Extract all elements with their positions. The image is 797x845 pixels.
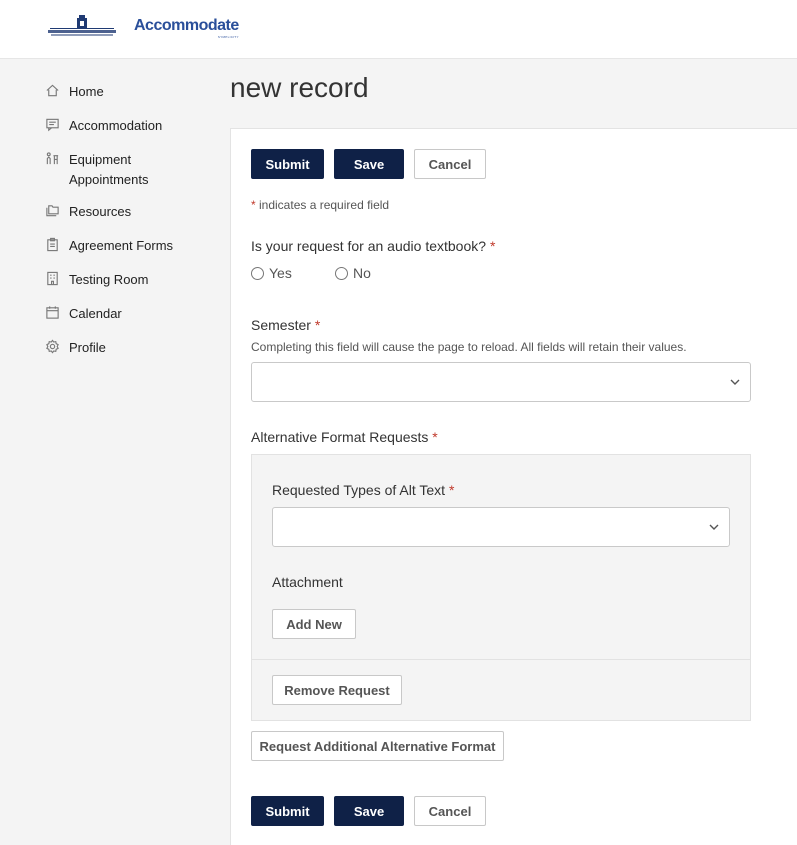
attachment-label: Attachment xyxy=(272,574,343,590)
radio-label-no: No xyxy=(353,265,371,281)
sidebar-item-profile[interactable]: Profile xyxy=(44,338,106,358)
add-new-attachment-button[interactable]: Add New xyxy=(272,609,356,639)
sidebar-item-accommodation[interactable]: Accommodation xyxy=(44,116,162,136)
accommodate-logo-subtext: SYMPLICITY xyxy=(217,35,239,39)
sidebar: Home Accommodation Equipment Appointment… xyxy=(0,60,230,845)
sidebar-item-label: Home xyxy=(69,84,104,99)
sidebar-item-label-line1: Equipment xyxy=(69,152,132,167)
alt-types-label-text: Requested Types of Alt Text xyxy=(272,482,446,498)
cancel-button-bottom[interactable]: Cancel xyxy=(414,796,486,826)
sidebar-item-calendar[interactable]: Calendar xyxy=(44,304,122,324)
semester-label: Semester * xyxy=(251,317,320,333)
sidebar-item-label-line2: Appointments xyxy=(69,172,149,187)
folders-icon xyxy=(44,202,60,218)
audio-textbook-question: Is your request for an audio textbook? * xyxy=(251,238,495,254)
submit-button[interactable]: Submit xyxy=(251,149,324,179)
required-star: * xyxy=(448,482,455,498)
home-icon xyxy=(44,82,60,98)
cancel-button[interactable]: Cancel xyxy=(414,149,486,179)
calendar-icon xyxy=(44,304,60,320)
accommodate-logo[interactable]: Accommodate SYMPLICITY xyxy=(134,17,239,39)
radio-circle[interactable] xyxy=(251,266,264,280)
request-additional-format-button[interactable]: Request Additional Alternative Format xyxy=(251,731,504,761)
semester-help-text: Completing this field will cause the pag… xyxy=(251,340,687,354)
building-icon xyxy=(44,270,60,286)
semester-select[interactable] xyxy=(251,362,751,402)
panel-divider xyxy=(252,659,750,660)
alt-types-select[interactable] xyxy=(272,507,730,547)
radio-label-yes: Yes xyxy=(269,265,292,281)
sidebar-item-agreement-forms[interactable]: Agreement Forms xyxy=(44,236,173,256)
save-button[interactable]: Save xyxy=(334,149,404,179)
required-star: * xyxy=(432,429,438,445)
sidebar-item-testing-room[interactable]: Testing Room xyxy=(44,270,148,290)
gear-icon xyxy=(44,338,60,354)
sidebar-item-label: Testing Room xyxy=(69,272,149,287)
required-star: * xyxy=(314,317,321,333)
semester-label-text: Semester xyxy=(251,317,311,333)
alt-format-label: Alternative Format Requests * xyxy=(251,429,438,445)
audio-yes-radio[interactable]: Yes xyxy=(251,265,292,281)
chevron-down-icon xyxy=(709,524,719,530)
sidebar-item-label: Resources xyxy=(69,204,132,219)
required-note-text: indicates a required field xyxy=(255,198,390,212)
radio-circle[interactable] xyxy=(335,266,348,280)
sidebar-item-label: Accommodation xyxy=(69,118,163,133)
remove-request-button[interactable]: Remove Request xyxy=(272,675,402,705)
chat-list-icon xyxy=(44,116,60,132)
required-star: * xyxy=(489,238,496,254)
audio-no-radio[interactable]: No xyxy=(335,265,371,281)
accommodate-logo-text: Accommodate xyxy=(134,17,239,34)
chevron-down-icon xyxy=(730,379,740,385)
alt-format-label-text: Alternative Format Requests xyxy=(251,429,429,445)
sidebar-item-resources[interactable]: Resources xyxy=(44,202,131,222)
audio-question-text: Is your request for an audio textbook? xyxy=(251,238,487,254)
required-field-note: * indicates a required field xyxy=(251,198,389,212)
page-title: new record xyxy=(230,72,369,103)
sidebar-item-home[interactable]: Home xyxy=(44,82,104,102)
submit-button-bottom[interactable]: Submit xyxy=(251,796,324,826)
sidebar-item-label: Agreement Forms xyxy=(69,238,174,253)
save-button-bottom[interactable]: Save xyxy=(334,796,404,826)
sidebar-item-label: Equipment Appointments xyxy=(69,150,149,190)
alt-types-label: Requested Types of Alt Text * xyxy=(272,482,454,498)
top-header: Accommodate SYMPLICITY xyxy=(0,0,797,59)
sidebar-item-equipment-appointments[interactable]: Equipment Appointments xyxy=(44,150,149,190)
sidebar-item-label: Profile xyxy=(69,340,106,355)
clipboard-icon xyxy=(44,236,60,252)
university-logo[interactable] xyxy=(46,15,118,39)
sidebar-item-label: Calendar xyxy=(69,306,122,321)
equipment-icon xyxy=(44,150,60,166)
